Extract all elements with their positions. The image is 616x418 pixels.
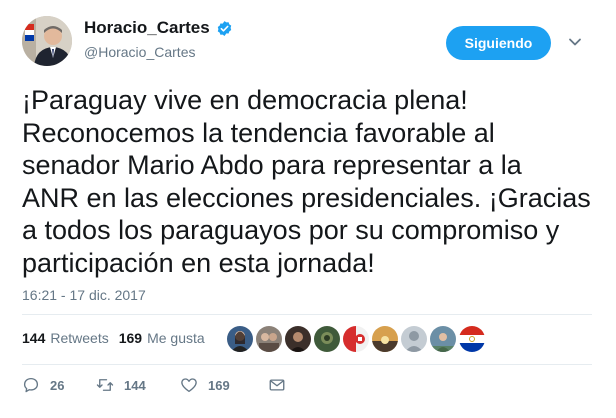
tweet-text-line: participación en esta jornada! (22, 247, 375, 278)
avatar-woman-photo-icon[interactable] (227, 326, 253, 352)
tweet-actions: 26 144 169 (22, 376, 296, 394)
verified-badge-icon (217, 20, 231, 36)
tweet-text-line: Reconocemos la tendencia favorable al (22, 117, 495, 148)
tweet-text-line: a todos los paraguayos por su compromiso… (22, 215, 560, 245)
reply-count: 26 (50, 377, 65, 393)
avatar-green-photo-icon[interactable] (314, 326, 340, 352)
divider (22, 364, 592, 365)
avatar-dark-photo-icon[interactable] (285, 326, 311, 352)
direct-message-button[interactable] (268, 376, 296, 394)
author-display-name[interactable]: Horacio_Cartes (84, 18, 210, 38)
tweet-stats: 144 Retweets 169 Me gusta (22, 330, 215, 346)
tweet-text-line: ¡Paraguay vive en democracia plena! (22, 85, 468, 115)
divider (22, 314, 592, 315)
following-button[interactable]: Siguiendo (446, 26, 551, 60)
retweet-icon (96, 379, 114, 391)
envelope-icon (269, 379, 285, 391)
tweet-timestamp[interactable]: 16:21 - 17 dic. 2017 (22, 287, 146, 303)
author-avatar[interactable] (22, 16, 72, 66)
like-button[interactable]: 169 (180, 376, 268, 394)
avatar-outdoor-photo-icon[interactable] (430, 326, 456, 352)
tweet-card: Horacio_Cartes @Horacio_Cartes Siguiendo… (0, 0, 616, 418)
retweets-stat[interactable]: 144 Retweets (22, 330, 109, 346)
retweets-label: Retweets (50, 330, 109, 346)
reply-icon (23, 377, 39, 393)
retweet-count: 144 (124, 377, 146, 393)
retweets-count: 144 (22, 330, 46, 346)
likes-stat[interactable]: 169 Me gusta (119, 330, 205, 346)
avatar-group-photo-icon[interactable] (256, 326, 282, 352)
avatar-paraguay-flag-icon[interactable] (459, 326, 485, 352)
author-photo-icon (22, 16, 72, 66)
author-handle[interactable]: @Horacio_Cartes (84, 44, 195, 60)
likes-count: 169 (118, 330, 143, 346)
reply-button[interactable]: 26 (22, 376, 96, 394)
liker-avatars (227, 326, 485, 352)
chevron-down-icon[interactable] (568, 35, 582, 49)
tweet-text-line: senador Mario Abdo para representar a la (22, 150, 522, 180)
avatar-red-logo-icon[interactable] (343, 326, 369, 352)
tweet-text-line: ANR en las elecciones presidenciales. ¡G… (22, 182, 591, 213)
like-count: 169 (208, 377, 230, 393)
tweet-text: ¡Paraguay vive en democracia plena! Reco… (22, 84, 602, 279)
retweet-button[interactable]: 144 (96, 376, 180, 394)
likes-label: Me gusta (147, 330, 205, 346)
avatar-default-egg-icon[interactable] (401, 326, 427, 352)
avatar-sunset-photo-icon[interactable] (372, 326, 398, 352)
author-name-row[interactable]: Horacio_Cartes (84, 18, 233, 38)
heart-icon (181, 378, 197, 393)
